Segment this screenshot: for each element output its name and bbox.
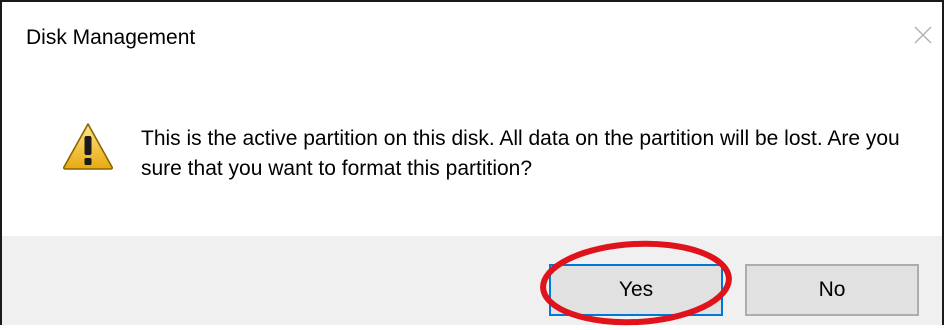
title-bar: Disk Management [2,2,942,58]
close-icon [914,26,932,44]
yes-button[interactable]: Yes [549,264,723,316]
dialog-button-bar: Yes No [2,236,942,325]
close-button[interactable] [910,22,936,48]
dialog-content: This is the active partition on this dis… [2,58,942,236]
dialog-message: This is the active partition on this dis… [141,127,900,180]
disk-management-dialog: Disk Management This is the active parti… [0,0,944,325]
warning-triangle-icon [62,123,114,170]
no-button[interactable]: No [745,264,919,316]
dialog-title: Disk Management [26,26,196,49]
